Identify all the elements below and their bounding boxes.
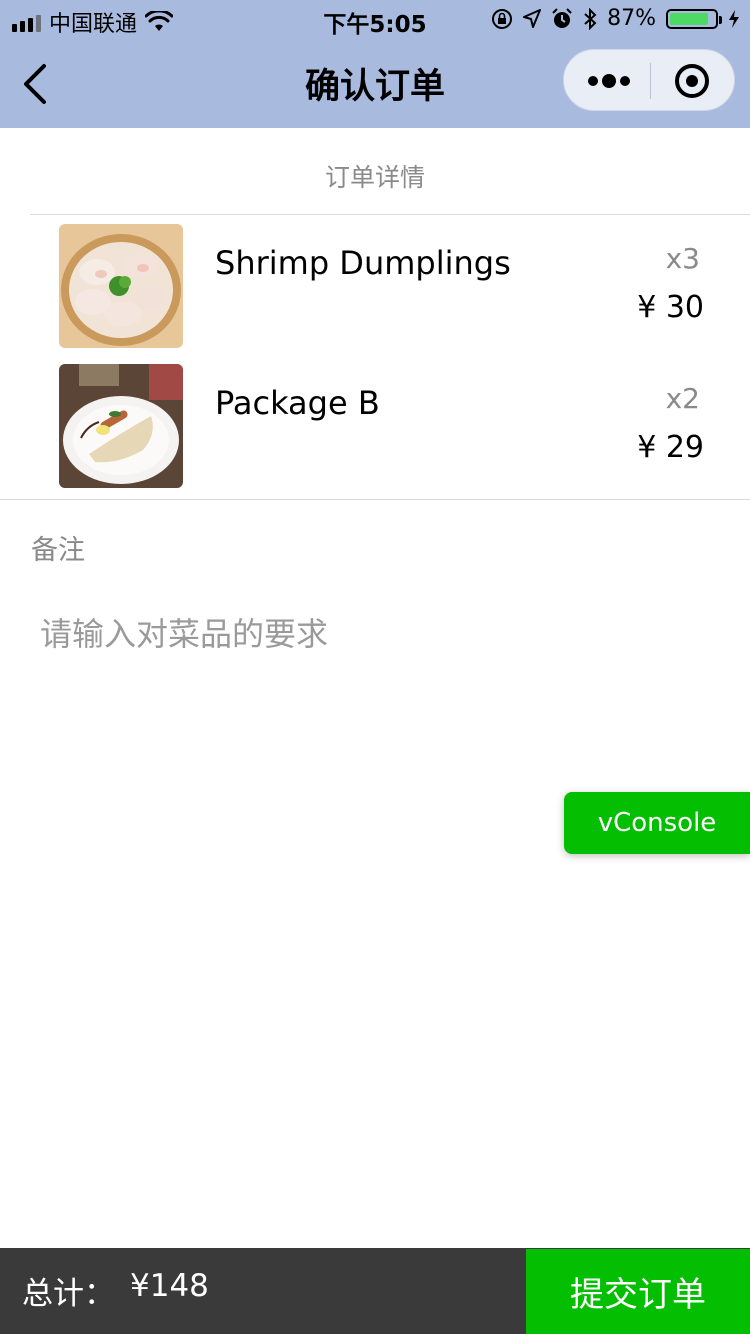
more-button[interactable]: [586, 68, 632, 94]
package-b-photo: [59, 364, 183, 488]
item-quantity: x3: [665, 242, 700, 275]
remark-label: 备注: [31, 535, 85, 566]
bluetooth-icon: [584, 7, 597, 30]
vconsole-button[interactable]: vConsole: [564, 792, 750, 854]
divider: [0, 499, 750, 500]
status-bar: 中国联通 下午5:05 87%: [0, 0, 750, 40]
order-item: Package B x2 ¥ 29: [0, 364, 750, 488]
close-miniprogram-button[interactable]: [674, 63, 710, 99]
total-label: 总计：: [22, 1276, 115, 1312]
order-item: Shrimp Dumplings x3 ¥ 30: [0, 224, 750, 348]
more-dots-icon: [588, 74, 630, 88]
submit-order-button[interactable]: 提交订单: [526, 1249, 750, 1334]
navigation-bar: 确认订单: [0, 40, 750, 128]
remark-input[interactable]: [40, 604, 700, 664]
total-amount: ¥148: [130, 1268, 209, 1304]
order-details-title: 订单详情: [324, 163, 425, 192]
status-right: 87%: [491, 6, 740, 31]
item-price: ¥ 29: [637, 430, 704, 465]
battery-icon: [666, 8, 722, 29]
target-circle-icon: [675, 64, 709, 98]
capsule-divider: [650, 63, 651, 99]
location-icon: [523, 8, 542, 28]
shrimp-dumplings-photo: [59, 224, 183, 348]
alarm-icon: [552, 7, 572, 28]
charging-icon: [729, 9, 739, 28]
orientation-lock-icon: [492, 8, 513, 29]
item-name: Shrimp Dumplings: [215, 244, 511, 282]
divider: [30, 214, 750, 215]
miniprogram-capsule: [563, 49, 735, 111]
item-quantity: x2: [665, 382, 700, 415]
battery-percent: 87%: [607, 6, 656, 31]
item-name: Package B: [215, 384, 380, 422]
item-price: ¥ 30: [637, 290, 704, 325]
